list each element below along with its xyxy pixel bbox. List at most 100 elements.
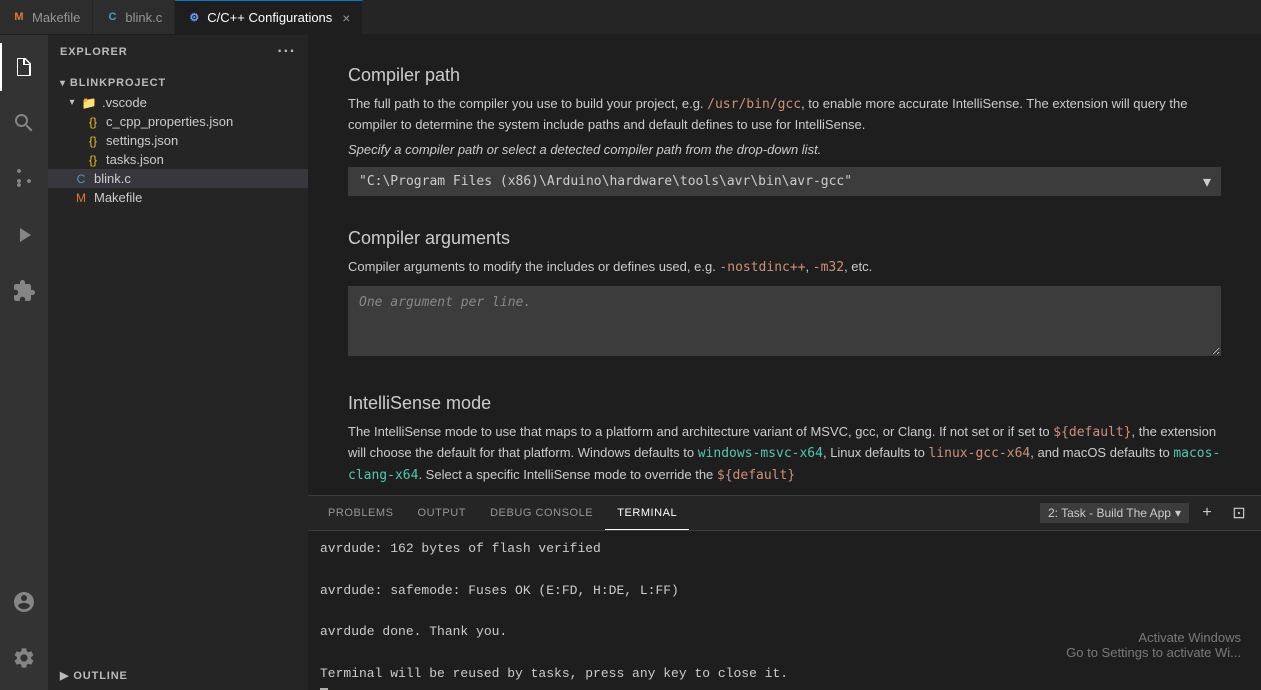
intellisense-desc-start: The IntelliSense mode to use that maps t… xyxy=(348,424,1053,439)
terminal-add-button[interactable]: + xyxy=(1193,502,1221,524)
compiler-args-desc-start: Compiler arguments to modify the include… xyxy=(348,259,719,274)
tab-cpp-config[interactable]: ⚙ C/C++ Configurations × xyxy=(175,0,363,34)
activity-run[interactable] xyxy=(0,211,48,259)
terminal-line-5: avrdude done. Thank you. xyxy=(320,622,1249,643)
intellisense-title: IntelliSense mode xyxy=(348,393,1221,414)
terminal-tab-debug-label: DEBUG CONSOLE xyxy=(490,507,593,519)
activity-search[interactable] xyxy=(0,99,48,147)
compiler-path-desc-start: The full path to the compiler you use to… xyxy=(348,96,707,111)
makefile-tab-icon: M xyxy=(12,10,26,24)
intellisense-desc-mid3: , and macOS defaults to xyxy=(1030,445,1173,460)
terminal-line-2 xyxy=(320,560,1249,581)
vscode-folder[interactable]: ▾ 📁 .vscode xyxy=(48,93,308,112)
outline-section[interactable]: ▶ OUTLINE xyxy=(48,661,308,690)
json-icon-3: {} xyxy=(84,153,102,167)
compiler-path-select[interactable]: "C:\Program Files (x86)\Arduino\hardware… xyxy=(348,167,1221,196)
compiler-args-section: Compiler arguments Compiler arguments to… xyxy=(348,228,1221,361)
compiler-args-desc: Compiler arguments to modify the include… xyxy=(348,257,1221,278)
task-dropdown[interactable]: 2: Task - Build The App ▾ xyxy=(1040,503,1189,523)
terminal-line-3: avrdude: safemode: Fuses OK (E:FD, H:DE,… xyxy=(320,581,1249,602)
project-name: BLINKPROJECT xyxy=(70,77,166,89)
file-settings-name: settings.json xyxy=(106,133,178,148)
compiler-args-hl2: -m32 xyxy=(813,260,844,275)
tab-blink-c[interactable]: C blink.c xyxy=(93,0,175,34)
compiler-path-desc: The full path to the compiler you use to… xyxy=(348,94,1221,134)
explorer-icon xyxy=(12,55,36,79)
intellisense-section: IntelliSense mode The IntelliSense mode … xyxy=(348,393,1221,487)
json-icon-1: {} xyxy=(84,115,102,129)
vscode-arrow: ▾ xyxy=(64,97,80,108)
settings-icon xyxy=(12,646,36,670)
tab-config-close[interactable]: × xyxy=(342,11,350,25)
task-dropdown-arrow: ▾ xyxy=(1175,506,1181,520)
intellisense-hl3: linux-gcc-x64 xyxy=(928,446,1030,461)
terminal-body[interactable]: avrdude: 162 bytes of flash verified avr… xyxy=(308,531,1261,690)
source-control-icon xyxy=(12,167,36,191)
terminal-line-1: avrdude: 162 bytes of flash verified xyxy=(320,539,1249,560)
terminal-tab-terminal-label: TERMINAL xyxy=(617,507,677,519)
intellisense-desc: The IntelliSense mode to use that maps t… xyxy=(348,422,1221,487)
project-arrow: ▾ xyxy=(60,78,66,89)
main-layout: Explorer ··· ▾ BLINKPROJECT ▾ 📁 .vscode … xyxy=(0,35,1261,690)
activity-explorer[interactable] xyxy=(0,43,48,91)
compiler-args-title: Compiler arguments xyxy=(348,228,1221,249)
terminal-split-button[interactable]: ⊡ xyxy=(1225,502,1253,524)
activity-settings[interactable] xyxy=(0,634,48,682)
account-icon xyxy=(12,590,36,614)
outline-arrow: ▶ xyxy=(60,669,69,682)
c-tab-icon: C xyxy=(105,10,119,24)
compiler-path-title: Compiler path xyxy=(348,65,1221,86)
tab-bar: M Makefile C blink.c ⚙ C/C++ Configurati… xyxy=(0,0,1261,35)
json-icon-2: {} xyxy=(84,134,102,148)
sidebar-header-actions[interactable]: ··· xyxy=(277,43,296,61)
terminal-cursor-line xyxy=(320,685,1249,690)
terminal-tab-problems-label: PROBLEMS xyxy=(328,507,394,519)
config-panel[interactable]: Compiler path The full path to the compi… xyxy=(308,35,1261,495)
compiler-args-desc-end: , etc. xyxy=(844,259,872,274)
activity-bottom-items xyxy=(0,578,48,690)
tab-makefile[interactable]: M Makefile xyxy=(0,0,93,34)
makefile-file-icon: M xyxy=(72,191,90,205)
terminal-line-6 xyxy=(320,643,1249,664)
run-icon xyxy=(12,223,36,247)
file-blink-c[interactable]: C blink.c xyxy=(48,169,308,188)
project-section[interactable]: ▾ BLINKPROJECT xyxy=(48,69,308,93)
file-settings[interactable]: {} settings.json xyxy=(48,131,308,150)
terminal-tab-output[interactable]: OUTPUT xyxy=(406,496,479,530)
intellisense-hl1: ${default} xyxy=(1053,425,1131,440)
activity-source-control[interactable] xyxy=(0,155,48,203)
activity-extensions[interactable] xyxy=(0,267,48,315)
activity-bar xyxy=(0,35,48,690)
file-c-cpp-properties[interactable]: {} c_cpp_properties.json xyxy=(48,112,308,131)
compiler-args-hl1: -nostdinc++ xyxy=(719,260,805,275)
terminal-tab-actions: 2: Task - Build The App ▾ + ⊡ xyxy=(1040,502,1253,524)
file-blink-c-name: blink.c xyxy=(94,171,131,186)
terminal-panel: PROBLEMS OUTPUT DEBUG CONSOLE TERMINAL 2… xyxy=(308,495,1261,690)
compiler-path-select-wrapper: "C:\Program Files (x86)\Arduino\hardware… xyxy=(348,167,1221,196)
tab-config-label: C/C++ Configurations xyxy=(207,10,332,25)
search-icon xyxy=(12,111,36,135)
activity-account[interactable] xyxy=(0,578,48,626)
terminal-line-7: Terminal will be reused by tasks, press … xyxy=(320,664,1249,685)
compiler-args-textarea[interactable] xyxy=(348,286,1221,356)
terminal-tab-output-label: OUTPUT xyxy=(418,507,467,519)
terminal-tab-problems[interactable]: PROBLEMS xyxy=(316,496,406,530)
file-tasks[interactable]: {} tasks.json xyxy=(48,150,308,169)
config-tab-icon: ⚙ xyxy=(187,11,201,25)
file-makefile-name: Makefile xyxy=(94,190,142,205)
vscode-folder-name: .vscode xyxy=(102,95,147,110)
task-label: 2: Task - Build The App xyxy=(1048,506,1171,520)
file-makefile[interactable]: M Makefile xyxy=(48,188,308,207)
outline-label: OUTLINE xyxy=(73,670,127,682)
intellisense-desc-mid2: , Linux defaults to xyxy=(823,445,929,460)
intellisense-hl2: windows-msvc-x64 xyxy=(698,446,823,461)
extensions-icon xyxy=(12,279,36,303)
terminal-tab-terminal[interactable]: TERMINAL xyxy=(605,496,689,530)
compiler-path-italic: Specify a compiler path or select a dete… xyxy=(348,142,1221,157)
file-tasks-name: tasks.json xyxy=(106,152,164,167)
tab-makefile-label: Makefile xyxy=(32,10,80,25)
sidebar: Explorer ··· ▾ BLINKPROJECT ▾ 📁 .vscode … xyxy=(48,35,308,690)
terminal-tabs: PROBLEMS OUTPUT DEBUG CONSOLE TERMINAL 2… xyxy=(308,496,1261,531)
terminal-tab-debug[interactable]: DEBUG CONSOLE xyxy=(478,496,605,530)
compiler-path-link: /usr/bin/gcc xyxy=(707,97,801,112)
